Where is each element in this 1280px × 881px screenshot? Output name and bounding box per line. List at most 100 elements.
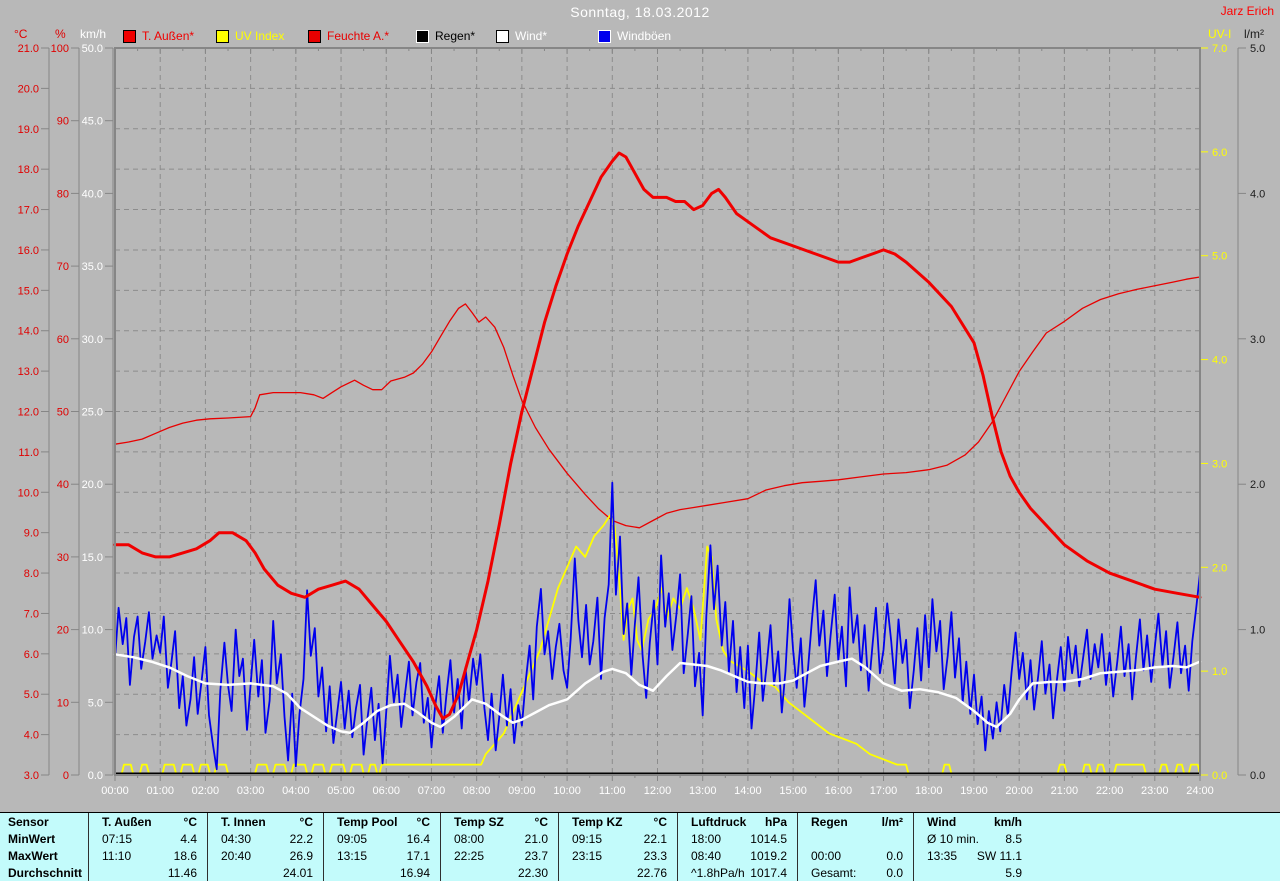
axis-tick-label-uv: 1.0 [1212,666,1227,678]
table-cell-unit: °C [416,815,430,829]
axis-tick-label-humidity: 60 [57,334,69,346]
table-cell-value: 0.0 [886,849,903,863]
table-divider [558,813,559,881]
axis-tick-label-humidity: 30 [57,552,69,564]
table-cell-value: 26.9 [289,849,313,863]
table-cell-value: 4.4 [180,832,197,846]
axis-tick-label-humidity: 0 [63,770,69,782]
table-cell-value [811,831,903,848]
axis-tick-label-wind: 20.0 [82,479,103,491]
table-cell-value: 11.46 [167,866,197,880]
legend-item-5[interactable]: Wind* [496,29,547,43]
table-cell-value: 17.1 [406,849,430,863]
x-axis-label: 00:00 [101,785,129,797]
legend-swatch-icon [496,29,509,43]
legend-label: Feuchte A.* [327,29,390,43]
axis-tick-label-temp: 8.0 [24,568,39,580]
legend-swatch-icon [416,29,429,43]
x-axis-label: 02:00 [192,785,220,797]
axis-tick-label-rain: 2.0 [1250,479,1265,491]
table-divider [913,813,914,881]
axis-tick-label-temp: 9.0 [24,528,39,540]
table-row-label: MinWert [8,832,56,846]
legend-item-3[interactable]: Feuchte A.* [308,29,389,43]
axis-tick-label-wind: 15.0 [82,552,103,564]
table-cell-value: 24.01 [282,866,313,880]
table-divider [440,813,441,881]
axis-tick-label-uv: 4.0 [1212,355,1227,367]
x-axis-label: 24:00 [1186,785,1214,797]
weather-chart: 3.0 4.0 5.0 6.0 7.0 8.0 9.0 10.0 11.0 12.0 13.0 14.… [14,27,1265,797]
axis-tick-label-wind: 30.0 [82,334,103,346]
legend-item-2[interactable]: UV Index [216,29,284,43]
x-axis-label: 06:00 [372,785,400,797]
table-cell-unit: °C [183,815,197,829]
x-axis-label: 07:00 [418,785,446,797]
table-cell-value: 23.7 [524,849,548,863]
table-cell-value: 1019.2 [750,849,787,863]
x-axis-label: 22:00 [1096,785,1124,797]
x-axis-label: 05:00 [327,785,355,797]
x-axis-label: 10:00 [553,785,581,797]
table-divider [323,813,324,881]
table-cell-unit: km/h [993,815,1022,829]
legend-label: Wind* [515,29,548,43]
stats-table: Sensor MinWert MaxWert Durchschnitt T. Außen… [0,812,1280,881]
x-axis-label: 17:00 [870,785,898,797]
table-cell-value: 1014.5 [750,832,787,846]
x-axis-label: 14:00 [734,785,762,797]
axis-tick-label-wind: 0.0 [88,770,103,782]
x-axis-label: 15:00 [779,785,807,797]
axis-tick-label-uv: 3.0 [1212,458,1227,470]
x-axis-label: 20:00 [1005,785,1033,797]
x-axis-label: 12:00 [644,785,672,797]
legend-item-1[interactable]: T. Außen* [123,29,194,43]
axis-tick-label-temp: 13.0 [18,366,39,378]
x-axis-label: 16:00 [825,785,853,797]
axis-tick-label-temp: 6.0 [24,649,39,661]
chart-legend: T. Außen* UV Index Feuchte A.* Regen* Wind* W… [0,0,1280,48]
axis-tick-label-humidity: 90 [57,116,69,128]
axis-tick-label-humidity: 70 [57,261,69,273]
axis-tick-label-temp: 12.0 [18,407,39,419]
axis-tick-label-uv: 6.0 [1212,147,1227,159]
axis-tick-label-humidity: 80 [57,188,69,200]
axis-tick-label-temp: 10.0 [18,487,39,499]
table-cell-value: 22.76 [636,866,667,880]
axis-tick-label-temp: 19.0 [18,124,39,136]
axis-tick-label-uv: 5.0 [1212,251,1227,263]
series-wind- [113,653,1202,735]
table-cell-value: 23.3 [643,849,667,863]
table-row-label: Durchschnitt [8,866,83,880]
table-divider [207,813,208,881]
axis-tick-label-temp: 7.0 [24,608,39,620]
legend-label: Windböen [617,29,672,43]
axis-tick-label-temp: 15.0 [18,285,39,297]
table-cell-value: 22.1 [643,832,667,846]
legend-label: Regen* [435,29,476,43]
axis-tick-label-temp: 16.0 [18,245,39,257]
table-cell-unit: hPa [764,815,787,829]
axis-tick-label-temp: 17.0 [18,205,39,217]
table-divider [797,813,798,881]
axis-tick-label-rain: 4.0 [1250,188,1265,200]
x-axis-label: 19:00 [960,785,988,797]
legend-label: T. Außen* [142,29,195,43]
x-axis-label: 13:00 [689,785,717,797]
axis-tick-label-temp: 11.0 [18,447,39,459]
x-axis-label: 21:00 [1051,785,1079,797]
legend-item-4[interactable]: Regen* [416,29,475,43]
legend-swatch-icon [216,29,229,43]
axis-tick-label-humidity: 40 [57,479,69,491]
table-row-label: Sensor [8,815,49,829]
table-cell-value: 22.2 [289,832,313,846]
legend-item-6[interactable]: Windböen [598,29,671,43]
x-axis-label: 11:00 [599,785,626,797]
table-cell-unit: °C [534,815,548,829]
table-cell-value: 18.6 [173,849,197,863]
axis-tick-label-uv: 0.0 [1212,770,1227,782]
axis-tick-label-wind: 25.0 [82,407,103,419]
axis-tick-label-temp: 5.0 [24,689,39,701]
legend-label: UV Index [235,29,285,43]
axis-tick-label-humidity: 20 [57,625,69,637]
